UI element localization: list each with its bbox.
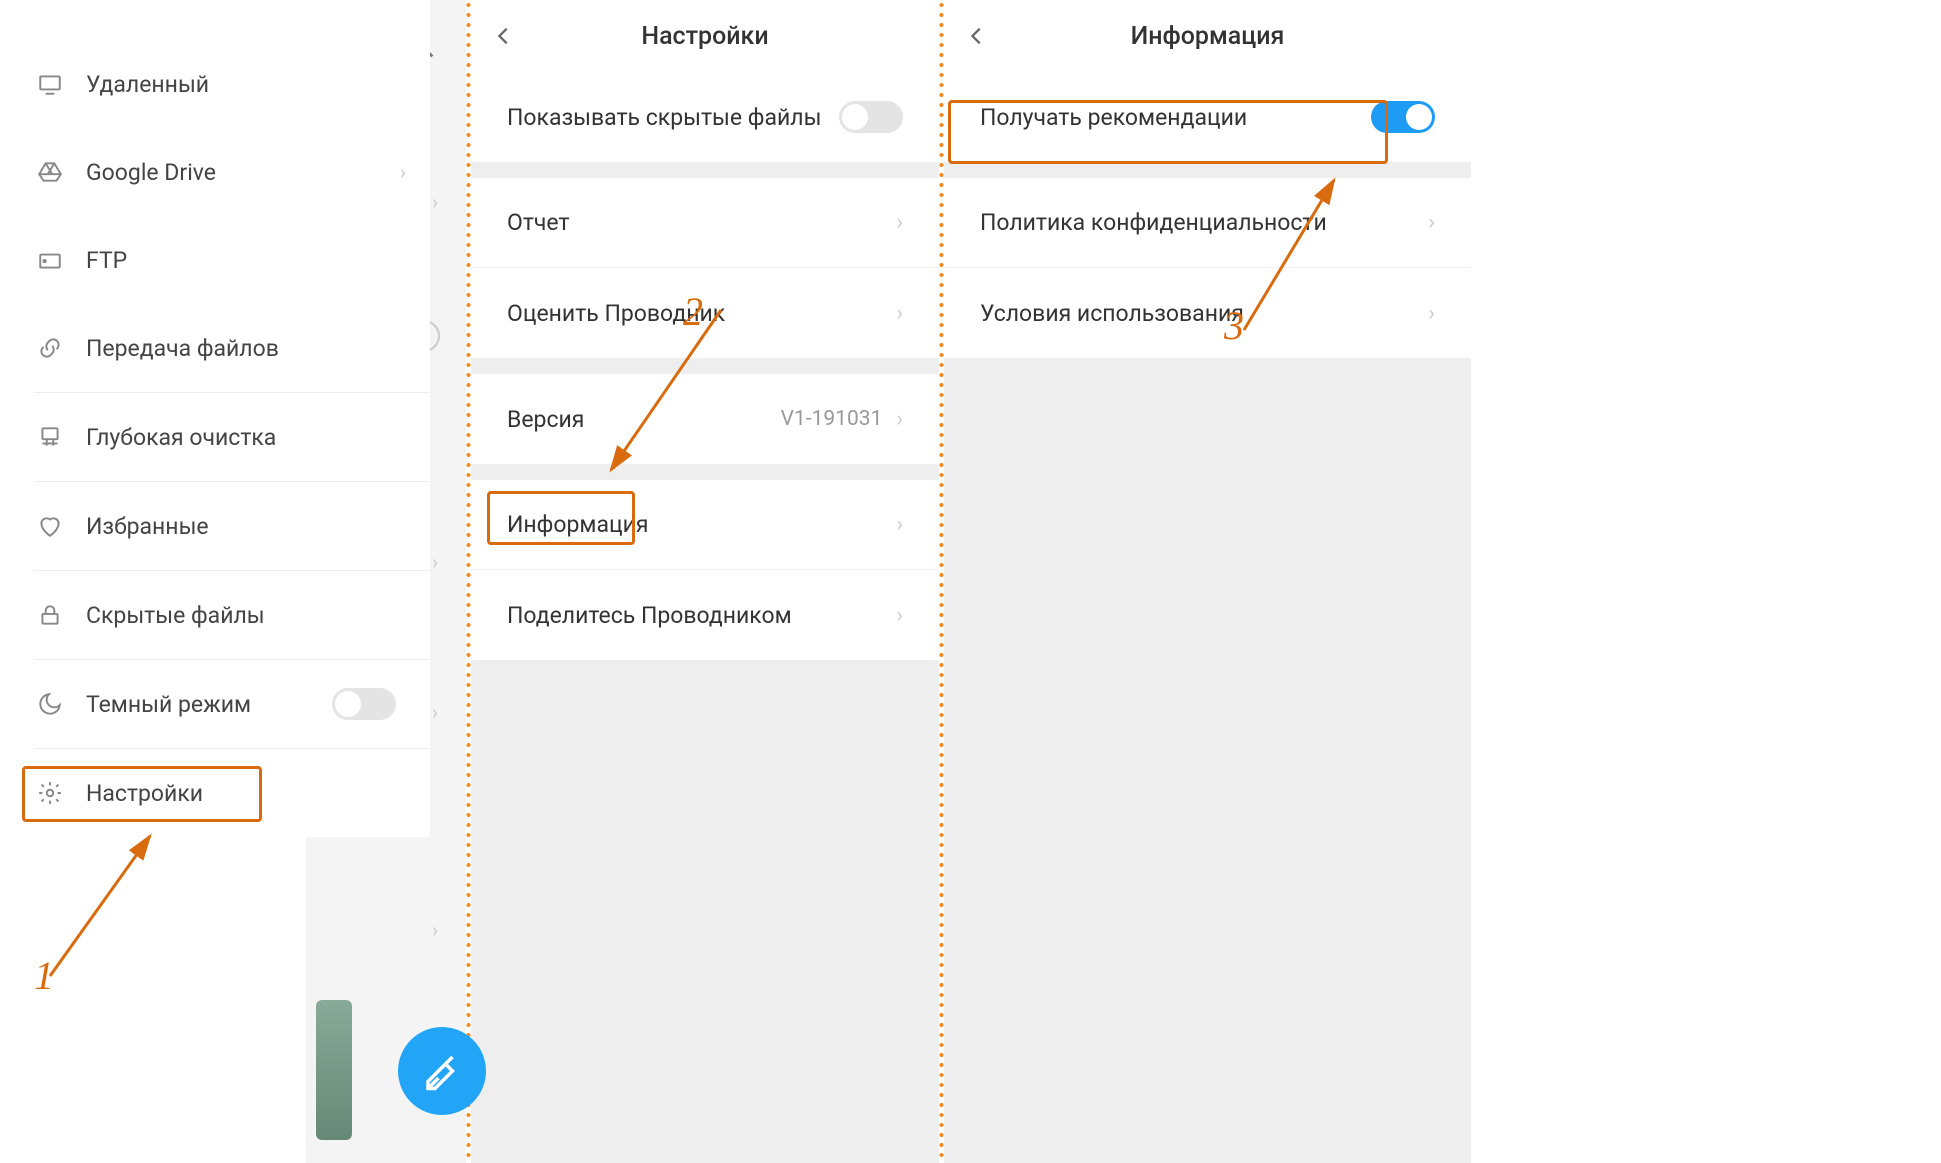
row-label: Информация bbox=[507, 511, 649, 538]
annotation-arrow-3 bbox=[1234, 170, 1344, 340]
ftp-icon bbox=[34, 247, 66, 273]
sidebar-item-label: FTP bbox=[86, 247, 127, 274]
broom-icon bbox=[34, 424, 66, 450]
annotation-step-3: 3 bbox=[1224, 302, 1244, 349]
settings-header: Настройки bbox=[471, 0, 939, 72]
row-label: Получать рекомендации bbox=[980, 104, 1247, 131]
chevron-right-icon: › bbox=[1428, 210, 1435, 235]
sidebar-item-label: Удаленный bbox=[86, 71, 209, 98]
chevron-right-icon: › bbox=[896, 301, 903, 326]
sidebar-item-darkmode[interactable]: Темный режим bbox=[0, 660, 430, 748]
row-privacy[interactable]: Политика конфиденциальности › bbox=[944, 178, 1471, 268]
settings-title: Настройки bbox=[641, 22, 768, 51]
chevron-right-icon: › bbox=[896, 512, 903, 537]
chevron-right-icon: › bbox=[896, 210, 903, 235]
recommendations-toggle[interactable] bbox=[1371, 101, 1435, 133]
annotation-arrow-2 bbox=[601, 300, 731, 480]
sidebar-item-deepclean[interactable]: Глубокая очистка bbox=[0, 393, 430, 481]
sidebar-item-label: Настройки bbox=[86, 780, 203, 807]
row-label: Условия использования bbox=[980, 300, 1244, 327]
sidebar-item-remote[interactable]: Удаленный bbox=[0, 40, 430, 128]
row-terms[interactable]: Условия использования › bbox=[944, 268, 1471, 358]
sidebar-item-hidden[interactable]: Скрытые файлы bbox=[0, 571, 430, 659]
row-share[interactable]: Поделитесь Проводником › bbox=[471, 570, 939, 660]
sidebar-item-settings[interactable]: Настройки bbox=[0, 749, 430, 837]
sidebar-item-label: Избранные bbox=[86, 513, 209, 540]
annotation-arrow-1 bbox=[40, 826, 180, 986]
row-label: Показывать скрытые файлы bbox=[507, 104, 821, 131]
info-header: Информация bbox=[944, 0, 1471, 72]
version-value: V1-191031 bbox=[781, 407, 883, 431]
row-label: Отчет bbox=[507, 209, 570, 236]
sidebar-item-label: Темный режим bbox=[86, 691, 251, 718]
row-show-hidden[interactable]: Показывать скрытые файлы bbox=[471, 72, 939, 162]
sidebar-item-label: Передача файлов bbox=[86, 335, 279, 362]
sidebar-item-favorites[interactable]: Избранные bbox=[0, 482, 430, 570]
sidebar-item-gdrive[interactable]: Google Drive › bbox=[0, 128, 430, 216]
sidebar-item-transfer[interactable]: Передача файлов bbox=[0, 304, 430, 392]
sidebar-item-label: Google Drive bbox=[86, 159, 216, 186]
chevron-right-icon: › bbox=[400, 160, 406, 184]
row-recommendations[interactable]: Получать рекомендации bbox=[944, 72, 1471, 162]
lock-icon bbox=[34, 602, 66, 628]
gear-icon bbox=[34, 780, 66, 806]
annotation-step-1: 1 bbox=[34, 952, 54, 999]
chevron-right-icon: › bbox=[1428, 301, 1435, 326]
gdrive-icon bbox=[34, 159, 66, 185]
darkmode-toggle[interactable] bbox=[332, 688, 396, 720]
chevron-right-icon: › bbox=[896, 407, 903, 432]
sidebar: Удаленный Google Drive › FTP Передач bbox=[0, 0, 430, 837]
back-icon[interactable] bbox=[966, 25, 988, 47]
info-title: Информация bbox=[1131, 22, 1285, 51]
annotation-step-2: 2 bbox=[683, 288, 703, 335]
sidebar-item-ftp[interactable]: FTP bbox=[0, 216, 430, 304]
heart-icon bbox=[34, 513, 66, 539]
row-label: Поделитесь Проводником bbox=[507, 602, 792, 629]
sidebar-item-label: Скрытые файлы bbox=[86, 602, 265, 629]
row-report[interactable]: Отчет › bbox=[471, 178, 939, 268]
row-info[interactable]: Информация › bbox=[471, 480, 939, 570]
row-label: Версия bbox=[507, 406, 584, 433]
sidebar-item-label: Глубокая очистка bbox=[86, 424, 276, 451]
back-icon[interactable] bbox=[493, 25, 515, 47]
clean-fab[interactable] bbox=[398, 1027, 486, 1115]
chevron-right-icon: › bbox=[896, 603, 903, 628]
hidden-files-toggle[interactable] bbox=[839, 101, 903, 133]
moon-icon bbox=[34, 691, 66, 717]
link-icon bbox=[34, 335, 66, 361]
monitor-icon bbox=[34, 71, 66, 97]
